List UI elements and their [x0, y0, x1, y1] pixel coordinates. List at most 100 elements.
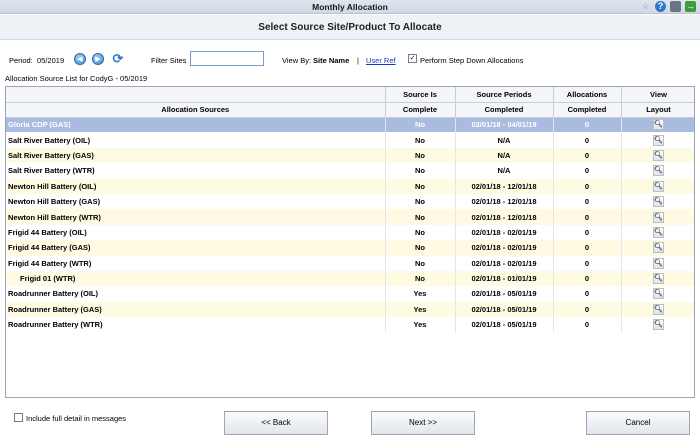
view-by-label: View By: [282, 56, 312, 65]
view-layout-icon[interactable]: 🔍︎ [653, 288, 664, 300]
toolbar: Period: 05/2019 ◀ ▶ ⟳ Filter Sites View … [0, 44, 700, 72]
table-row[interactable]: Frigid 44 Battery (GAS) No 02/01/18 - 02/0… [6, 240, 694, 256]
arrow-left-icon: ◀ [77, 56, 83, 63]
source-periods-cell: N/A [455, 147, 554, 164]
allocations-completed-cell: 0 [553, 224, 622, 241]
view-layout-cell: 🔍︎ [621, 117, 694, 133]
list-caption: Allocation Source List for CodyG - 05/20… [5, 74, 148, 83]
column-header[interactable]: View [621, 87, 694, 103]
title-icons: ☆ ? → [640, 1, 696, 12]
view-layout-icon[interactable]: 🔍︎ [653, 180, 664, 192]
source-periods-cell: 02/01/18 - 12/01/18 [455, 178, 554, 194]
view-by-site-name[interactable]: Site Name [313, 56, 349, 65]
view-layout-icon[interactable]: 🔍︎ [653, 319, 664, 331]
table-row[interactable]: Roadrunner Battery (OIL) Yes 02/01/18 - 05… [6, 286, 694, 302]
source-name-cell: Newton Hill Battery (GAS) [6, 193, 386, 210]
view-layout-icon[interactable]: 🔍︎ [653, 165, 664, 177]
print-icon[interactable] [670, 1, 681, 12]
allocations-completed-cell: 0 [553, 178, 622, 194]
source-complete-cell: No [385, 147, 456, 164]
source-complete-cell: No [385, 178, 456, 194]
source-periods-cell: 02/01/18 - 02/01/19 [455, 240, 554, 256]
next-button[interactable]: Next >> [371, 411, 475, 435]
source-complete-cell: No [385, 240, 456, 256]
allocations-completed-cell: 0 [553, 193, 622, 210]
step-down-label: Perform Step Down Allocations [420, 56, 524, 65]
allocations-completed-cell: 0 [553, 286, 622, 302]
source-periods-cell: 02/01/18 - 12/01/18 [455, 193, 554, 210]
filter-label: Filter Sites [151, 56, 187, 65]
include-detail-checkbox[interactable] [14, 413, 23, 422]
view-layout-cell: 🔍︎ [621, 132, 694, 148]
source-periods-cell: 02/01/18 - 05/01/19 [455, 301, 554, 318]
allocations-completed-cell: 0 [553, 117, 622, 133]
filter-sites-input[interactable] [190, 51, 264, 66]
table-row[interactable]: Frigid 01 (WTR) No 02/01/18 - 01/01/19 0 🔍︎ [6, 270, 694, 287]
view-layout-cell: 🔍︎ [621, 240, 694, 256]
view-layout-icon[interactable]: 🔍︎ [653, 303, 664, 315]
table-row[interactable]: Salt River Battery (OIL) No N/A 0 🔍︎ [6, 132, 694, 148]
view-layout-cell: 🔍︎ [621, 317, 694, 333]
view-layout-icon[interactable]: 🔍︎ [653, 149, 664, 161]
table-row[interactable]: Frigid 44 Battery (OIL) No 02/01/18 - 02/0… [6, 224, 694, 241]
view-layout-icon[interactable]: 🔍︎ [653, 257, 664, 269]
column-header[interactable]: Completed [455, 102, 554, 118]
table-row[interactable]: Salt River Battery (WTR) No N/A 0 🔍︎ [6, 163, 694, 179]
table-row[interactable]: Frigid 44 Battery (WTR) No 02/01/18 - 02/0… [6, 255, 694, 271]
table-row[interactable]: Gloria CDP (GAS) No 02/01/18 - 04/01/19 0 🔍︎ [6, 117, 694, 133]
view-layout-icon[interactable]: 🔍︎ [653, 226, 664, 238]
previous-period-button[interactable]: ◀ [74, 53, 86, 65]
cancel-button[interactable]: Cancel [586, 411, 690, 435]
table-row[interactable]: Newton Hill Battery (WTR) No 02/01/18 - 12… [6, 209, 694, 225]
refresh-icon[interactable]: ⟳ [111, 52, 125, 66]
column-header[interactable]: Layout [621, 102, 694, 118]
source-periods-cell: 02/01/18 - 05/01/19 [455, 317, 554, 333]
table-row[interactable]: Newton Hill Battery (OIL) No 02/01/18 - 12… [6, 178, 694, 194]
period-value: 05/2019 [37, 56, 65, 65]
help-icon[interactable]: ? [655, 1, 666, 12]
export-icon[interactable]: → [685, 1, 696, 12]
column-header[interactable]: Source Periods [455, 87, 554, 103]
column-header[interactable]: Allocation Sources [6, 102, 386, 118]
source-periods-cell: 02/01/18 - 05/01/19 [455, 286, 554, 302]
view-layout-cell: 🔍︎ [621, 178, 694, 194]
column-header[interactable]: Source Is [385, 87, 456, 103]
column-header[interactable]: Allocations [553, 87, 622, 103]
view-layout-icon[interactable]: 🔍︎ [653, 242, 664, 254]
column-header[interactable] [6, 87, 386, 103]
view-layout-icon[interactable]: 🔍︎ [653, 211, 664, 223]
view-layout-icon[interactable]: 🔍︎ [653, 119, 664, 131]
star-icon[interactable]: ☆ [640, 1, 651, 12]
table-row[interactable]: Roadrunner Battery (GAS) Yes 02/01/18 - 05… [6, 301, 694, 318]
step-down-checkbox[interactable]: ✓ [408, 54, 417, 63]
next-period-button[interactable]: ▶ [92, 53, 104, 65]
source-name-cell: Frigid 44 Battery (OIL) [6, 224, 386, 241]
allocations-completed-cell: 0 [553, 147, 622, 164]
source-periods-cell: N/A [455, 163, 554, 179]
source-name-cell: Frigid 44 Battery (WTR) [6, 255, 386, 271]
view-layout-cell: 🔍︎ [621, 224, 694, 241]
source-periods-cell: 02/01/18 - 01/01/19 [455, 270, 554, 287]
view-layout-cell: 🔍︎ [621, 301, 694, 318]
view-layout-cell: 🔍︎ [621, 270, 694, 287]
back-button[interactable]: << Back [224, 411, 328, 435]
source-periods-cell: 02/01/18 - 02/01/19 [455, 255, 554, 271]
view-by-user-ref-link[interactable]: User Ref [366, 56, 396, 65]
source-complete-cell: Yes [385, 301, 456, 318]
source-complete-cell: Yes [385, 286, 456, 302]
column-header[interactable]: Complete [385, 102, 456, 118]
source-name-cell: Newton Hill Battery (WTR) [6, 209, 386, 225]
allocations-completed-cell: 0 [553, 132, 622, 148]
table-row[interactable]: Roadrunner Battery (WTR) Yes 02/01/18 - 05… [6, 317, 694, 333]
table-row[interactable]: Newton Hill Battery (GAS) No 02/01/18 - 12… [6, 193, 694, 210]
source-name-cell: Newton Hill Battery (OIL) [6, 178, 386, 194]
include-detail-label: Include full detail in messages [26, 414, 127, 423]
view-layout-icon[interactable]: 🔍︎ [653, 196, 664, 208]
view-layout-icon[interactable]: 🔍︎ [653, 134, 664, 146]
source-complete-cell: No [385, 255, 456, 271]
source-name-cell: Gloria CDP (GAS) [6, 117, 386, 133]
view-layout-icon[interactable]: 🔍︎ [653, 273, 664, 285]
table-row[interactable]: Salt River Battery (GAS) No N/A 0 🔍︎ [6, 147, 694, 164]
arrow-right-icon: ▶ [95, 56, 101, 63]
column-header[interactable]: Completed [553, 102, 622, 118]
